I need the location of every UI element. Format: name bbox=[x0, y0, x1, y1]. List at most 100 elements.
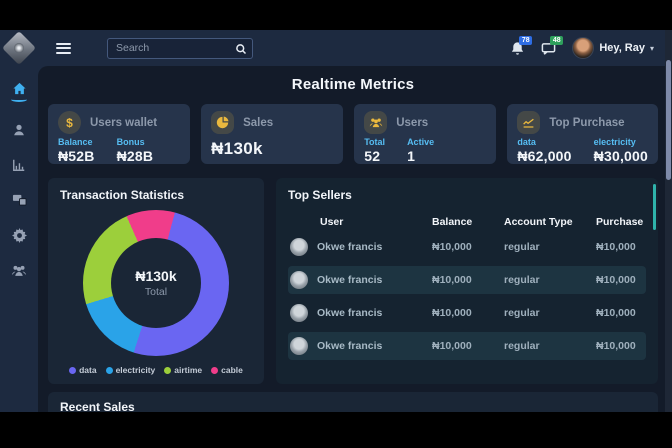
table-row[interactable]: Okwe francis ₦10,000 regular ₦10,000 bbox=[288, 233, 646, 261]
screen: 78 48 Hey, Ray ▾ bbox=[0, 0, 672, 448]
card-label: Sales bbox=[243, 117, 273, 129]
row-avatar bbox=[290, 304, 308, 322]
bar-chart-icon bbox=[12, 158, 26, 172]
app-logo bbox=[2, 31, 36, 65]
seller-name: Okwe francis bbox=[317, 241, 382, 253]
seller-purchase: ₦10,000 bbox=[596, 241, 644, 253]
card-label: Top Purchase bbox=[549, 117, 624, 129]
transaction-statistics-panel: Transaction Statistics ₦130k Total bbox=[48, 178, 264, 384]
page-scrollbar-thumb[interactable] bbox=[666, 60, 671, 180]
table-row[interactable]: Okwe francis ₦10,000 regular ₦10,000 bbox=[288, 299, 646, 327]
dashboard-app: 78 48 Hey, Ray ▾ bbox=[0, 30, 672, 412]
seller-account-type: regular bbox=[504, 340, 596, 352]
active-indicator bbox=[11, 97, 27, 102]
legend-item-cable[interactable]: cable bbox=[211, 365, 243, 375]
field-value: ₦30,000 bbox=[594, 148, 648, 164]
table-row[interactable]: Okwe francis ₦10,000 regular ₦10,000 bbox=[288, 332, 646, 360]
legend-item-airtime[interactable]: airtime bbox=[164, 365, 202, 375]
legend-dot bbox=[106, 367, 113, 374]
users-group-icon bbox=[11, 264, 27, 277]
card-users-wallet[interactable]: $ Users wallet Balance ₦52B Bonus ₦28B bbox=[48, 104, 190, 164]
top-bar: 78 48 Hey, Ray ▾ bbox=[0, 30, 672, 66]
card-label: Users bbox=[396, 117, 428, 129]
seller-name: Okwe francis bbox=[317, 274, 382, 286]
chevron-down-icon: ▾ bbox=[650, 44, 654, 53]
search-icon[interactable] bbox=[235, 42, 247, 60]
chart-legend: data electricity airtime bbox=[60, 365, 252, 375]
column-header-balance: Balance bbox=[432, 216, 504, 228]
seller-account-type: regular bbox=[504, 274, 596, 286]
panel-title: Top Sellers bbox=[288, 188, 646, 202]
donut-chart[interactable]: ₦130k Total bbox=[83, 210, 229, 356]
sidebar-nav bbox=[0, 66, 38, 412]
seller-purchase: ₦10,000 bbox=[596, 340, 644, 352]
field-label: Total bbox=[364, 137, 385, 147]
legend-label: electricity bbox=[116, 365, 156, 375]
pie-icon bbox=[211, 111, 234, 134]
table-row[interactable]: Okwe francis ₦10,000 regular ₦10,000 bbox=[288, 266, 646, 294]
row-avatar bbox=[290, 271, 308, 289]
field-label: Bonus bbox=[117, 137, 154, 147]
legend-dot bbox=[164, 367, 171, 374]
page-scrollbar[interactable] bbox=[665, 30, 672, 412]
person-icon bbox=[12, 123, 26, 137]
legend-label: airtime bbox=[174, 365, 202, 375]
column-header-user: User bbox=[290, 216, 432, 228]
seller-name: Okwe francis bbox=[317, 307, 382, 319]
column-header-purchase: Purchase bbox=[596, 216, 644, 228]
trend-chart-icon bbox=[517, 111, 540, 134]
devices-icon bbox=[12, 193, 27, 207]
home-icon bbox=[12, 82, 27, 96]
sidebar-item-home[interactable] bbox=[11, 82, 27, 102]
menu-hamburger-icon[interactable] bbox=[56, 40, 71, 56]
field-value: ₦62,000 bbox=[517, 148, 571, 164]
search-input[interactable] bbox=[107, 38, 253, 59]
stat-cards-row: $ Users wallet Balance ₦52B Bonus ₦28B bbox=[48, 104, 658, 164]
notifications-bell-icon[interactable]: 78 bbox=[510, 41, 525, 56]
field-value: 52 bbox=[364, 148, 385, 164]
table-header: User Balance Account Type Purchase bbox=[288, 216, 646, 228]
donut-total-label: Total bbox=[145, 286, 167, 298]
seller-balance: ₦10,000 bbox=[432, 340, 504, 352]
seller-account-type: regular bbox=[504, 241, 596, 253]
sidebar-item-analytics[interactable] bbox=[12, 158, 26, 172]
sidebar-item-profile[interactable] bbox=[12, 123, 26, 137]
field-label: data bbox=[517, 137, 571, 147]
seller-purchase: ₦10,000 bbox=[596, 307, 644, 319]
sidebar-item-devices[interactable] bbox=[12, 193, 27, 207]
user-menu[interactable]: Hey, Ray ▾ bbox=[572, 37, 654, 59]
main-content: Realtime Metrics $ Users wallet Balance … bbox=[38, 66, 672, 412]
donut-center: ₦130k Total bbox=[111, 238, 201, 328]
card-users[interactable]: Users Total 52 Active 1 bbox=[354, 104, 496, 164]
legend-item-data[interactable]: data bbox=[69, 365, 96, 375]
sidebar-item-team[interactable] bbox=[11, 264, 27, 277]
user-avatar bbox=[572, 37, 594, 59]
topbar-right: 78 48 Hey, Ray ▾ bbox=[510, 37, 672, 59]
card-label: Users wallet bbox=[90, 117, 157, 129]
row-avatar bbox=[290, 337, 308, 355]
field-label: Active bbox=[407, 137, 434, 147]
field-label: Balance bbox=[58, 137, 95, 147]
recent-sales-panel: Recent Sales bbox=[48, 392, 658, 412]
field-value: ₦28B bbox=[117, 148, 154, 164]
sales-value: ₦130k bbox=[211, 139, 333, 159]
legend-item-electricity[interactable]: electricity bbox=[106, 365, 156, 375]
sidebar-item-settings[interactable] bbox=[12, 228, 27, 243]
page-title: Realtime Metrics bbox=[48, 76, 658, 93]
logo-container[interactable] bbox=[0, 30, 38, 66]
panel-scrollbar[interactable] bbox=[653, 184, 656, 230]
field-label: electricity bbox=[594, 137, 648, 147]
card-top-purchase[interactable]: Top Purchase data ₦62,000 electricity ₦3… bbox=[507, 104, 658, 164]
column-header-account-type: Account Type bbox=[504, 216, 596, 228]
seller-balance: ₦10,000 bbox=[432, 274, 504, 286]
legend-label: data bbox=[79, 365, 96, 375]
card-sales[interactable]: Sales ₦130k bbox=[201, 104, 343, 164]
notifications-count-badge: 78 bbox=[519, 36, 532, 45]
row-avatar bbox=[290, 238, 308, 256]
gear-icon bbox=[12, 228, 27, 243]
seller-purchase: ₦10,000 bbox=[596, 274, 644, 286]
messages-icon[interactable]: 48 bbox=[541, 41, 556, 56]
users-icon bbox=[364, 111, 387, 134]
seller-balance: ₦10,000 bbox=[432, 307, 504, 319]
panel-title: Transaction Statistics bbox=[60, 188, 252, 202]
